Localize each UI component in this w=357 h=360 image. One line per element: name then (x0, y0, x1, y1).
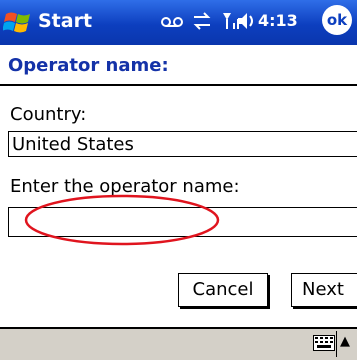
cancel-button[interactable]: Cancel (178, 273, 268, 307)
operator-name-label: Enter the operator name: (10, 176, 240, 197)
page-title: Operator name: (8, 55, 169, 76)
start-label[interactable]: Start (38, 10, 92, 32)
operator-name-input[interactable] (8, 207, 357, 237)
title-divider (0, 84, 357, 86)
connectivity-icon[interactable] (190, 9, 214, 33)
sip-divider (336, 331, 337, 357)
volume-icon[interactable] (236, 9, 258, 33)
country-label: Country: (10, 104, 87, 125)
clock[interactable]: 4:13 (258, 11, 298, 30)
voicemail-icon[interactable] (160, 9, 184, 33)
country-field[interactable]: United States (8, 131, 357, 157)
menu-bar: ▲ (0, 327, 357, 360)
sip-arrow-icon[interactable]: ▲ (340, 334, 350, 349)
taskbar: Start 4:13 ok (0, 0, 357, 45)
keyboard-icon[interactable] (313, 335, 335, 351)
windows-logo-icon[interactable] (3, 8, 33, 38)
ok-button[interactable]: ok (322, 5, 352, 35)
next-button[interactable]: Next (291, 273, 357, 307)
